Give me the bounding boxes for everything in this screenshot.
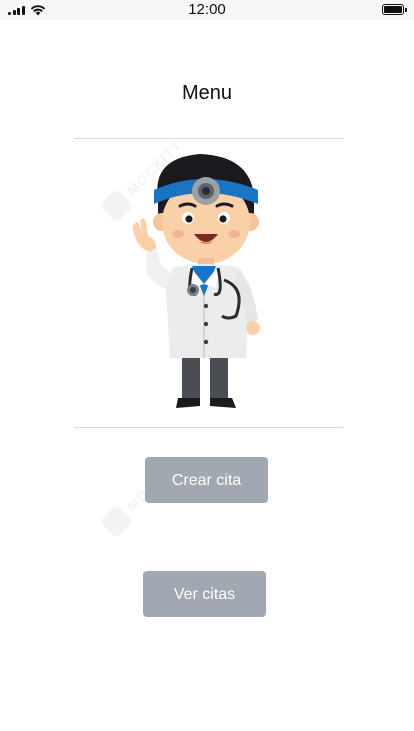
status-bar: 12:00: [0, 0, 414, 20]
status-time: 12:00: [188, 1, 226, 18]
create-appointment-button[interactable]: Crear cita: [145, 457, 268, 503]
divider-top: [74, 138, 343, 139]
battery-icon: [382, 4, 407, 15]
view-appointments-button[interactable]: Ver citas: [143, 571, 266, 617]
divider-bottom: [74, 427, 343, 428]
mockitt-logo-icon: [99, 504, 134, 539]
page-title: Menu: [181, 82, 233, 104]
